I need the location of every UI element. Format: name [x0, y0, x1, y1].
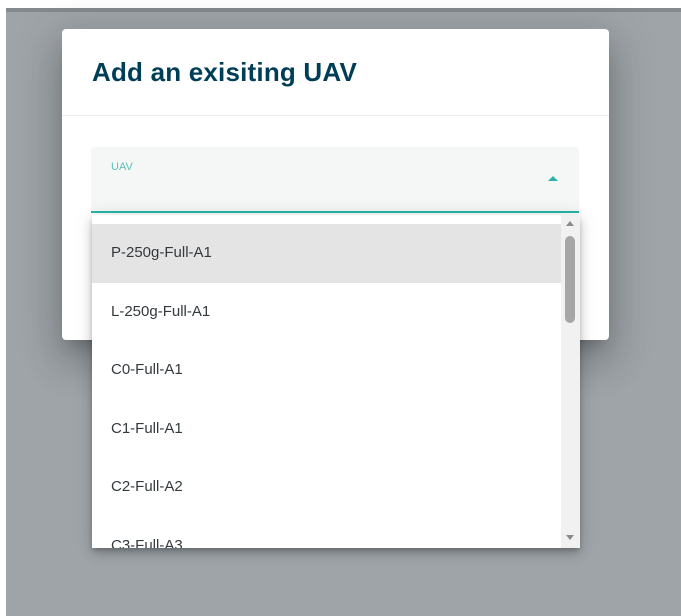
uav-option-list: P-250g-Full-A1 L-250g-Full-A1 C0-Full-A1… [92, 224, 561, 548]
uav-dropdown-panel: P-250g-Full-A1 L-250g-Full-A1 C0-Full-A1… [92, 215, 580, 548]
uav-option[interactable]: C2-Full-A2 [92, 458, 561, 517]
app-header-edge [6, 8, 681, 12]
uav-option[interactable]: C0-Full-A1 [92, 341, 561, 400]
uav-option[interactable]: P-250g-Full-A1 [92, 224, 561, 283]
uav-option[interactable]: C3-Full-A3 [92, 517, 561, 549]
scroll-down-arrow-icon[interactable] [566, 535, 574, 540]
triangle-up-icon[interactable] [548, 176, 558, 181]
uav-select[interactable]: UAV [91, 147, 579, 213]
dropdown-scrollbar[interactable] [561, 215, 580, 548]
uav-option[interactable]: L-250g-Full-A1 [92, 283, 561, 342]
dialog-divider [62, 115, 609, 116]
uav-select-label: UAV [111, 161, 133, 173]
scrollbar-thumb[interactable] [565, 236, 575, 323]
top-bar [0, 0, 681, 8]
uav-option[interactable]: C1-Full-A1 [92, 400, 561, 459]
scroll-up-arrow-icon[interactable] [566, 221, 574, 226]
dialog-title: Add an exisiting UAV [92, 57, 357, 87]
